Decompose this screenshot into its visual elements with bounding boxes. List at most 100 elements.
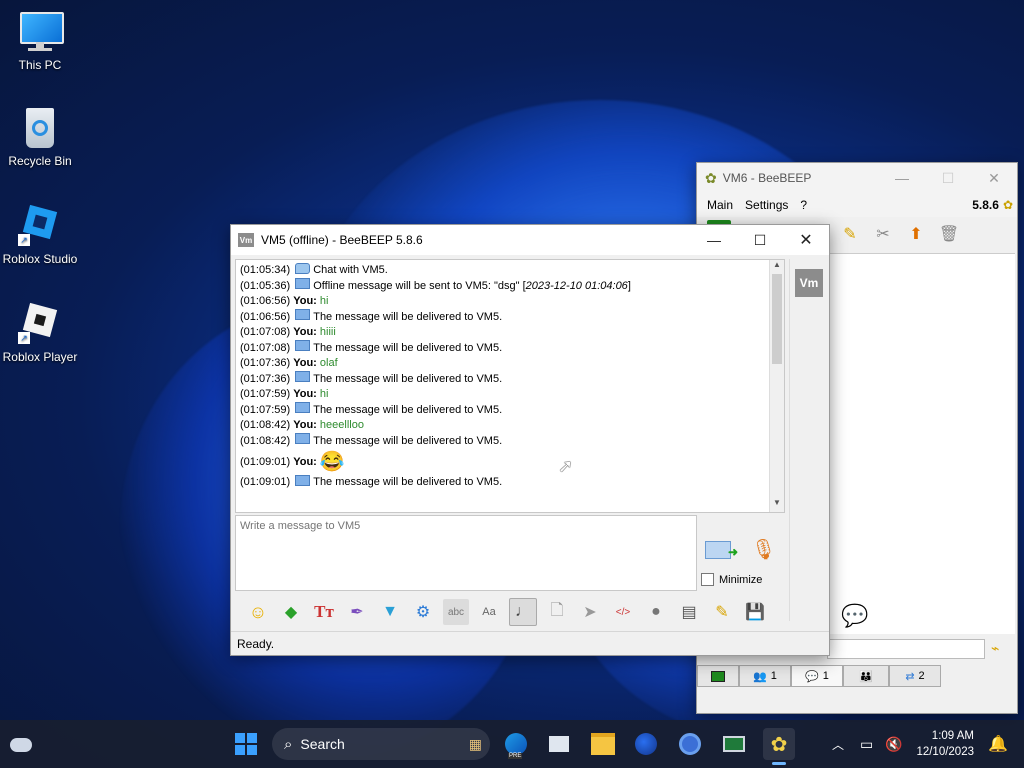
desktop-icon-roblox-studio[interactable]: ↗ Roblox Studio	[0, 204, 80, 266]
speaker-muted-icon[interactable]: 🔇	[885, 736, 902, 753]
desktop-icon-roblox-player[interactable]: ↗ Roblox Player	[0, 302, 80, 364]
taskbar-app-beebeep[interactable]: ✿	[763, 728, 795, 765]
chat-history[interactable]: (01:05:34) Chat with VM5. (01:05:36) Offl…	[235, 259, 785, 513]
vm6-tab-status[interactable]	[697, 665, 739, 687]
vm5-avatar[interactable]: Vm	[795, 269, 823, 297]
envelope-icon	[295, 402, 311, 414]
font-icon[interactable]: Tт	[311, 599, 337, 625]
chat-icon: 💬	[805, 670, 819, 683]
desktop-icon-recycle-bin[interactable]: Recycle Bin	[0, 106, 80, 168]
share-icon: ⇄	[905, 670, 915, 683]
notes-icon[interactable]: ✎	[709, 599, 735, 625]
minimize-button[interactable]: —	[691, 225, 737, 255]
envelope-icon	[295, 278, 311, 290]
system-message-text: The message will be delivered to VM5.	[313, 372, 503, 385]
side-panel: Vm	[789, 259, 828, 621]
message-timestamp: (01:07:08)	[240, 341, 291, 354]
desktop-icon-label: This PC	[18, 58, 62, 72]
taskbar-app-edge-preview[interactable]: PRE	[500, 728, 532, 760]
vm5-chat-window: Vm VM5 (offline) - BeeBEEP 5.8.6 — ☐ ✕ (…	[230, 224, 830, 656]
firefox-icon	[635, 733, 657, 755]
scroll-up-icon[interactable]: ▲	[770, 260, 784, 274]
maximize-button[interactable]: ☐	[737, 225, 783, 255]
mouse-cursor: ➚	[558, 456, 574, 476]
menu-main[interactable]: Main	[707, 198, 733, 212]
record-icon[interactable]: ●	[643, 599, 669, 625]
menu-help[interactable]: ?	[800, 198, 807, 212]
taskbar-search[interactable]: ⌕ Search ▦	[272, 728, 490, 760]
taskbar-app-chrome[interactable]	[674, 728, 706, 760]
update-icon[interactable]: ⬆	[903, 221, 929, 247]
document-icon[interactable]: 🗋	[544, 599, 570, 625]
code-icon[interactable]: </>	[610, 599, 636, 625]
color-picker-icon[interactable]: ✒	[344, 599, 370, 625]
vm6-minimize-button[interactable]: —	[879, 163, 925, 193]
message-input[interactable]	[235, 515, 697, 591]
vm6-titlebar[interactable]: ✿ VM6 - BeeBEEP — ☐ ✕	[697, 163, 1017, 193]
broom-icon[interactable]: ⌁	[991, 640, 999, 657]
message-timestamp: (01:06:56)	[240, 295, 291, 307]
vm6-menubar: Main Settings ? 5.8.6 ✿	[697, 193, 1017, 217]
users-icon: 👥	[753, 670, 767, 683]
minimize-checkbox[interactable]	[701, 573, 714, 586]
user-message-text: heeellloo	[319, 419, 364, 431]
weather-widget[interactable]	[10, 732, 36, 756]
display-icon[interactable]: ▭	[860, 736, 873, 753]
taskbar-app-remote-desktop[interactable]	[718, 728, 750, 760]
vm6-tab-shares[interactable]: ⇄ 2	[889, 665, 941, 687]
format-toolbar: ☺ ◆ Tт ✒ ▼ ⚙ abc Aa ♩ 🗋 ➤ </> ● ▤ ✎ 💾	[245, 597, 775, 627]
scroll-down-icon[interactable]: ▼	[770, 498, 784, 512]
chrome-icon	[679, 733, 701, 755]
vm5-titlebar[interactable]: Vm VM5 (offline) - BeeBEEP 5.8.6 — ☐ ✕	[231, 225, 829, 255]
screenshot-icon[interactable]: ▤	[676, 599, 702, 625]
message-timestamp: (01:07:36)	[240, 357, 291, 369]
filter-icon[interactable]: ▼	[377, 599, 403, 625]
vm6-close-button[interactable]: ✕	[971, 163, 1017, 193]
envelope-icon	[295, 340, 311, 352]
edge-preview-icon: PRE	[505, 733, 527, 759]
roblox-player-icon: ↗	[18, 302, 62, 346]
microphone-icon[interactable]: 🎙	[751, 537, 776, 563]
chevron-up-icon[interactable]: ︿	[828, 736, 848, 753]
chat-message-line: (01:07:08) The message will be delivered…	[240, 340, 784, 357]
monitor-icon	[18, 10, 64, 54]
edit-icon[interactable]: ✎	[837, 221, 863, 247]
taskbar-app-file-explorer[interactable]	[587, 728, 619, 760]
scroll-thumb[interactable]	[772, 274, 782, 364]
system-tray: ︿ ▭ 🔇	[828, 720, 903, 768]
taskbar-app-firefox[interactable]	[630, 728, 662, 760]
send-button[interactable]: ➜	[701, 537, 738, 563]
menu-settings[interactable]: Settings	[745, 198, 788, 212]
notification-bell-icon[interactable]: 🔔	[988, 734, 1008, 754]
text-icon[interactable]: Aa	[476, 599, 502, 625]
message-date: 2023-12-10 01:04:06	[525, 279, 628, 292]
gem-icon[interactable]: ◆	[278, 599, 304, 625]
settings-gear-icon[interactable]: ⚙	[410, 599, 436, 625]
message-timestamp: (01:09:01)	[240, 456, 291, 468]
music-note-icon[interactable]: ♩	[509, 598, 537, 626]
chat-bubbles-icon[interactable]: 💬	[841, 603, 868, 629]
forward-icon[interactable]: ➤	[577, 599, 603, 625]
spell-check-icon[interactable]: abc	[443, 599, 469, 625]
start-button[interactable]	[230, 728, 262, 760]
taskbar-app-task-view[interactable]	[543, 728, 575, 760]
vm6-maximize-button[interactable]: ☐	[925, 163, 971, 193]
search-icon: ⌕	[284, 735, 293, 753]
laughing-emoji-icon: 😂	[319, 451, 345, 474]
tools-icon[interactable]: ✂	[870, 221, 896, 247]
user-message-text: hi	[319, 388, 329, 400]
desktop-icon-this-pc[interactable]: This PC	[0, 10, 80, 72]
chat-message-line: (01:07:59) The message will be delivered…	[240, 402, 784, 419]
system-message-text: The message will be delivered to VM5.	[313, 341, 503, 354]
trash-icon[interactable]: 🗑	[936, 221, 962, 247]
vm6-tab-chats[interactable]: 💬 1	[791, 665, 843, 687]
chat-scrollbar[interactable]: ▲ ▼	[769, 260, 784, 512]
clock[interactable]: 1:09 AM 12/10/2023	[912, 728, 974, 760]
vm6-search-input[interactable]	[827, 639, 985, 659]
emoji-icon[interactable]: ☺	[245, 599, 271, 625]
vm6-tab-users[interactable]: 👥 1	[739, 665, 791, 687]
vm6-tab-groups[interactable]: 👪	[843, 665, 889, 687]
envelope-icon	[295, 309, 311, 321]
close-button[interactable]: ✕	[783, 225, 829, 255]
save-icon[interactable]: 💾	[742, 599, 768, 625]
